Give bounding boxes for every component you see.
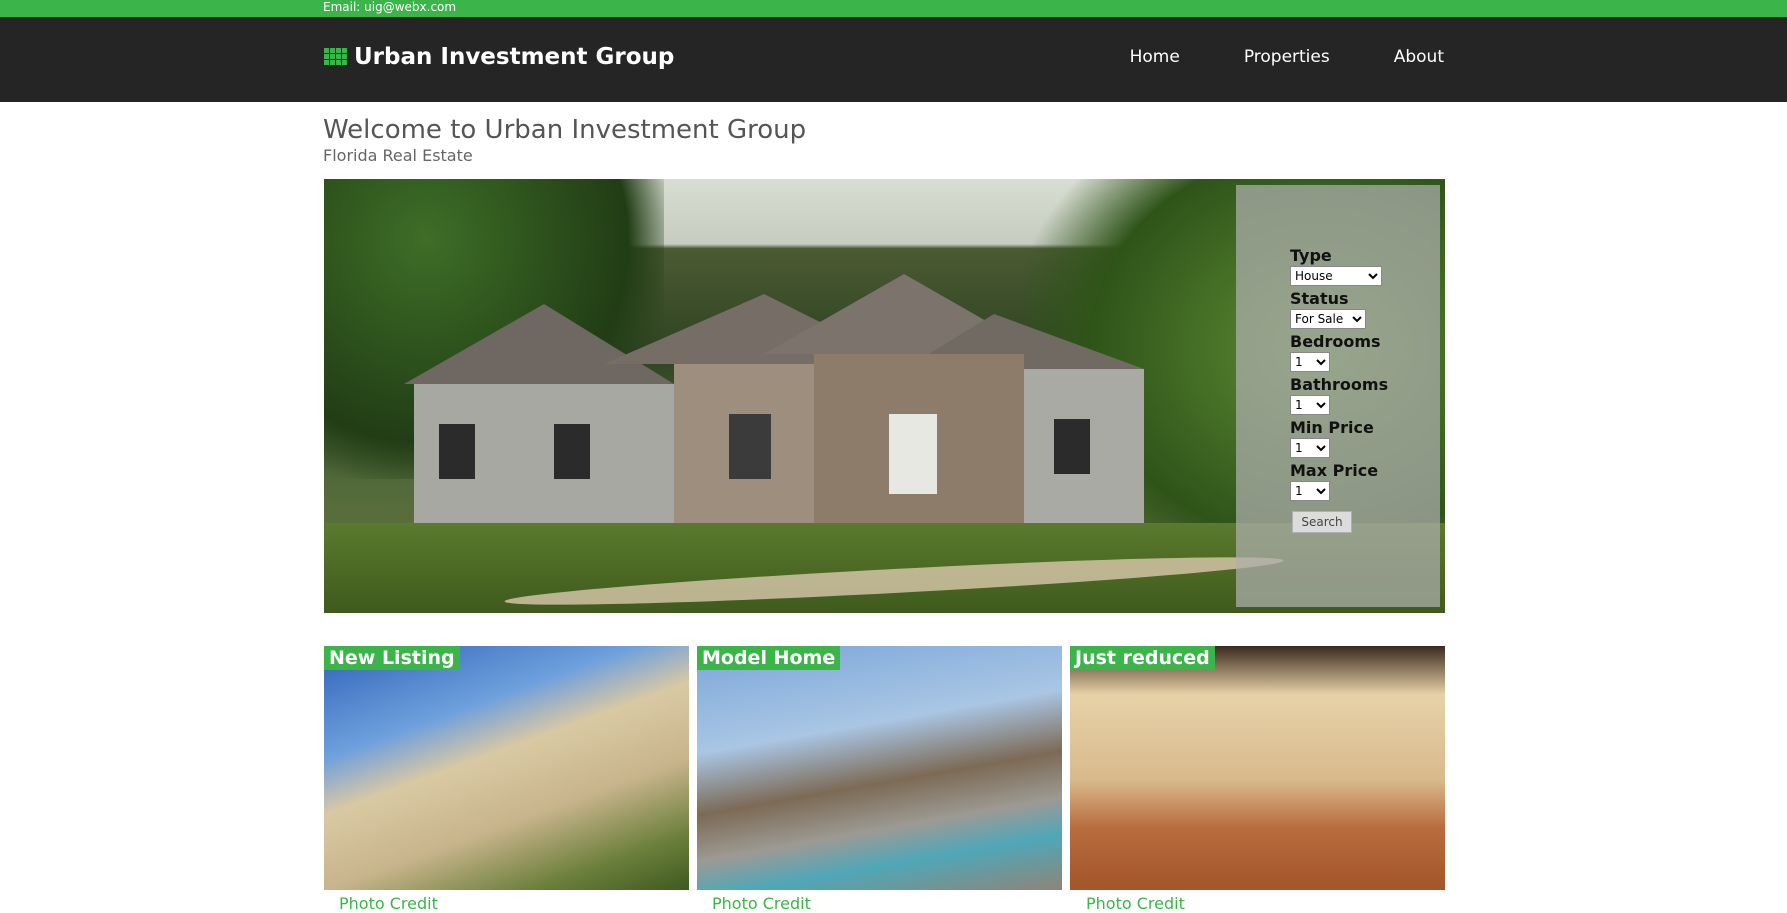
house-illustration xyxy=(404,274,1144,524)
status-select[interactable]: For Sale xyxy=(1290,309,1366,329)
listing-photo xyxy=(324,646,689,890)
grid-icon xyxy=(324,48,348,66)
listing-card-new[interactable]: New Listing xyxy=(324,646,689,890)
search-form: Type House Status For Sale Bedrooms 1 Ba… xyxy=(1290,243,1388,533)
photo-credit-link[interactable]: Photo Credit xyxy=(339,894,438,913)
brand-name: Urban Investment Group xyxy=(354,44,675,70)
photo-credit-link[interactable]: Photo Credit xyxy=(712,894,811,913)
welcome-header: Welcome to Urban Investment Group Florid… xyxy=(323,113,806,165)
property-search-panel: Type House Status For Sale Bedrooms 1 Ba… xyxy=(1236,185,1440,607)
page-subtitle: Florida Real Estate xyxy=(323,146,473,165)
min-price-label: Min Price xyxy=(1290,418,1374,437)
listing-badge: Model Home xyxy=(697,646,841,670)
nav-home[interactable]: Home xyxy=(1130,47,1180,67)
bathrooms-label: Bathrooms xyxy=(1290,375,1389,394)
bedrooms-select[interactable]: 1 xyxy=(1290,352,1330,372)
max-price-select[interactable]: 1 xyxy=(1290,481,1330,501)
main-navbar: Urban Investment Group Home Properties A… xyxy=(0,17,1787,102)
nav-menu: Home Properties About xyxy=(1130,47,1444,67)
listing-card-reduced[interactable]: Just reduced xyxy=(1070,646,1445,890)
bedrooms-label: Bedrooms xyxy=(1290,332,1381,351)
nav-properties[interactable]: Properties xyxy=(1244,47,1330,67)
type-select[interactable]: House xyxy=(1290,266,1382,286)
type-label: Type xyxy=(1290,246,1332,265)
listing-badge: New Listing xyxy=(324,646,460,670)
listing-photo xyxy=(1070,646,1445,890)
page-title: Welcome to Urban Investment Group xyxy=(323,115,807,145)
featured-listings: New Listing Photo Credit Model Home Phot… xyxy=(324,646,1445,913)
top-info-bar: Email: uig@webx.com xyxy=(0,0,1787,17)
min-price-select[interactable]: 1 xyxy=(1290,438,1330,458)
listing-card-model[interactable]: Model Home xyxy=(697,646,1062,890)
status-label: Status xyxy=(1290,289,1349,308)
nav-about[interactable]: About xyxy=(1394,47,1444,67)
contact-email[interactable]: Email: uig@webx.com xyxy=(323,0,456,15)
listing-badge: Just reduced xyxy=(1070,646,1215,670)
photo-credit-link[interactable]: Photo Credit xyxy=(1086,894,1185,913)
max-price-label: Max Price xyxy=(1290,461,1379,480)
listing-photo xyxy=(697,646,1062,890)
brand-logo[interactable]: Urban Investment Group xyxy=(324,44,674,70)
bathrooms-select[interactable]: 1 xyxy=(1290,395,1330,415)
search-button[interactable]: Search xyxy=(1292,511,1352,533)
